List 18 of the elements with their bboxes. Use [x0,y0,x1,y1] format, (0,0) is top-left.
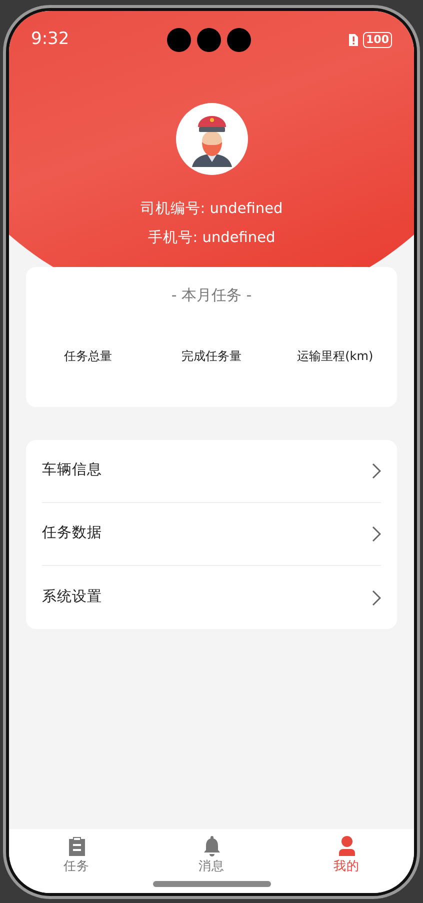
chevron-right-icon [371,590,381,606]
menu-item[interactable]: 车辆信息 [42,440,381,503]
driver-id-text: 司机编号: undefined [140,200,283,218]
stat-label: 完成任务量 [181,349,242,363]
tab-item[interactable]: 消息 [198,829,224,876]
tab-item[interactable]: 我的 [334,829,360,876]
battery-level: 100 [363,32,392,48]
chevron-right-icon [371,463,381,479]
status-time: 9:32 [31,28,70,51]
section-title: - 本月任务 - [171,286,252,304]
stat-label: 运输里程(km) [297,349,374,363]
phone-number-text: 手机号: undefined [148,228,276,248]
chevron-right-icon [371,526,381,542]
menu-item[interactable]: 任务数据 [42,503,381,566]
menu-item[interactable]: 系统设置 [42,566,381,629]
sim-alert-icon [348,32,360,47]
tab-item[interactable]: 任务 [64,829,90,876]
stat-label: 任务总量 [64,349,112,363]
